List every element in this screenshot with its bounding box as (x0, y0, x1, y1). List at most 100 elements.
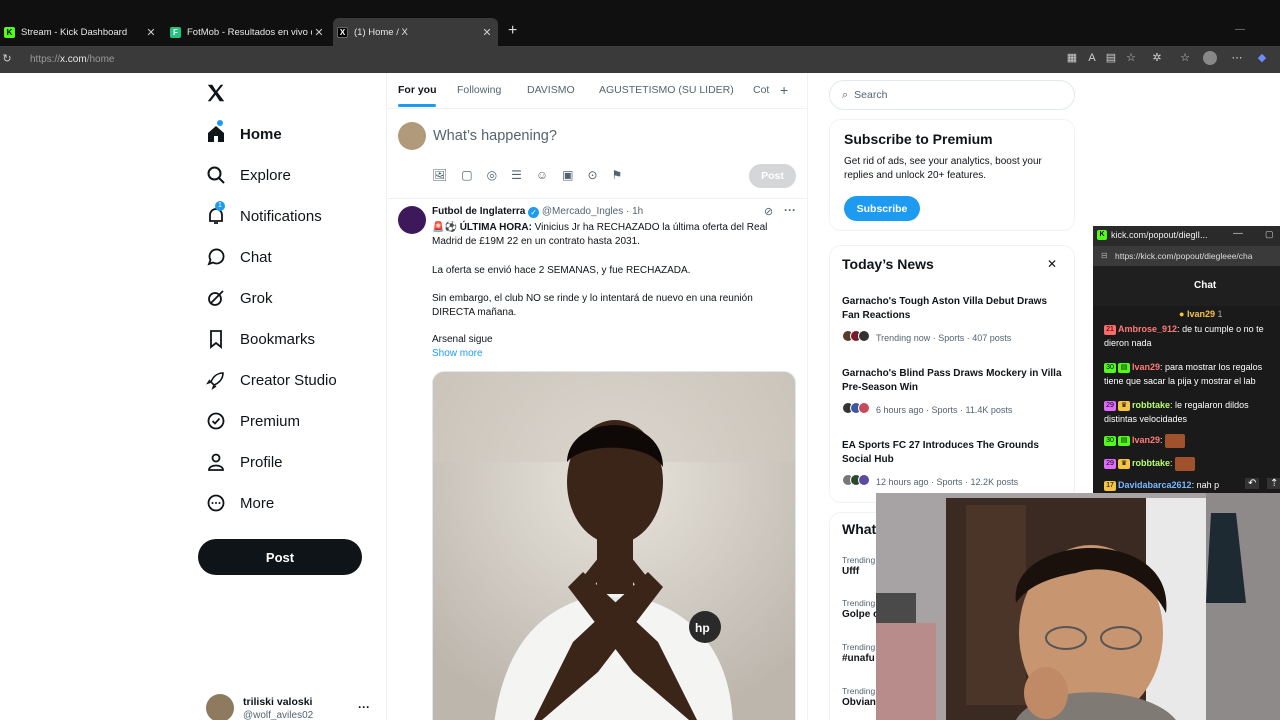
minimize-icon[interactable]: — (1233, 228, 1243, 239)
poll-icon[interactable]: ☰ (511, 168, 522, 182)
maximize-icon[interactable]: ▢ (1265, 229, 1274, 240)
emote-image (1175, 456, 1196, 471)
chat-message: 30 ▤ Ivan29: (1104, 433, 1280, 448)
tweet-text-line3: Sin embargo, el club NO se rinde y lo in… (432, 293, 753, 318)
search-input[interactable]: ⌕ Search (829, 80, 1075, 110)
more-circle-icon (206, 493, 226, 513)
pinned-gift-badge: ● Ivan29 1 (1179, 309, 1223, 319)
bell-icon: 1 (206, 201, 226, 226)
minimize-icon[interactable]: — (1235, 24, 1245, 35)
add-tab-icon[interactable]: + (780, 82, 788, 98)
chat-header (1093, 266, 1280, 306)
close-news-icon[interactable]: ✕ (1047, 257, 1057, 271)
sidebar-item-creator-studio[interactable]: Creator Studio (206, 365, 337, 395)
compose-toolbar: 🖼 ▢ ◎ ☰ ☺ ▣ ⊙ ⚑ (432, 168, 622, 182)
tweet-header: Futbol de Inglaterra ✓ @Mercado_Ingles ·… (432, 206, 643, 218)
kick-icon: K (4, 26, 15, 38)
close-tab-icon[interactable]: ✕ (144, 26, 158, 39)
account-more-icon[interactable]: ··· (358, 700, 370, 714)
trend-item[interactable]: Trending Ufff (842, 555, 875, 579)
trends-title: What (842, 521, 877, 537)
grok-explain-icon[interactable]: ⊘ (764, 205, 773, 218)
menu-icon[interactable]: ⋯ (1230, 51, 1244, 65)
popout-url[interactable]: https://kick.com/popout/diegleee/cha (1115, 251, 1253, 261)
flag-icon[interactable]: ⚑ (612, 168, 623, 182)
sidebar-item-notifications[interactable]: 1 Notifications (206, 201, 322, 231)
compose-post-button[interactable]: Post (749, 164, 796, 188)
profile-avatar-icon[interactable] (1203, 51, 1217, 65)
sidebar-item-profile[interactable]: Profile (206, 447, 283, 477)
tweet-text-line1: 🚨⚽ ÚLTIMA HORA: Vinicius Jr ha RECHAZADO… (432, 222, 768, 247)
tweet-more-icon[interactable]: ··· (784, 203, 796, 217)
tweet-author-handle[interactable]: @Mercado_Ingles (542, 206, 623, 217)
post-button[interactable]: Post (198, 539, 362, 575)
copilot-icon[interactable]: ◆ (1255, 51, 1269, 65)
sidebar-item-bookmarks[interactable]: Bookmarks (206, 324, 315, 354)
tweet-time[interactable]: · 1h (626, 206, 643, 217)
sidebar-item-more[interactable]: More (206, 488, 274, 518)
news-item[interactable]: EA Sports FC 27 Introduces The Grounds S… (842, 439, 1064, 491)
account-name[interactable]: triliski valoski (243, 696, 312, 708)
x-logo-icon[interactable] (205, 82, 227, 104)
close-tab-icon[interactable]: ✕ (312, 26, 326, 39)
news-item[interactable]: Garnacho's Tough Aston Villa Debut Draws… (842, 295, 1064, 347)
tweet-media-image[interactable]: hp (432, 371, 796, 720)
reload-icon[interactable]: ↻ (0, 52, 14, 66)
image-icon[interactable]: 🖼 (432, 168, 447, 182)
gif-icon[interactable]: ▢ (461, 168, 472, 182)
grok-compose-icon[interactable]: ◎ (487, 168, 497, 182)
tab-x-home[interactable]: X (1) Home / X ✕ (333, 18, 498, 46)
apps-icon[interactable]: ▦ (1065, 51, 1079, 65)
tab-fotmob[interactable]: F FotMob - Resultados en vivo de fú ✕ (166, 18, 330, 46)
search-icon: ⌕ (842, 88, 849, 101)
grok-icon (206, 288, 226, 308)
tab-for-you[interactable]: For you (398, 84, 437, 96)
divider (387, 198, 807, 199)
chat-message: 21 Ambrose_912: de tu cumple o no te dier… (1104, 324, 1264, 348)
bookmark-icon (206, 329, 226, 349)
tab-agustetismo[interactable]: AGUSTETISMO (SU LIDER) (599, 84, 734, 96)
translate-icon[interactable]: A (1085, 51, 1099, 65)
sidebar-item-explore[interactable]: Explore (206, 160, 291, 190)
tweet-author-avatar[interactable] (398, 206, 426, 234)
chat-message: 29 ♛ robbtake: le regalaron dildos distint… (1104, 400, 1249, 424)
sidebar-item-home[interactable]: Home (206, 119, 282, 149)
emote-image (1165, 433, 1186, 448)
trend-item[interactable]: Trending Golpe c (842, 598, 879, 622)
close-tab-icon[interactable]: ✕ (480, 26, 494, 39)
tab-kick-dashboard[interactable]: K Stream - Kick Dashboard ✕ (0, 18, 162, 46)
compose-input[interactable]: What’s happening? (433, 128, 557, 144)
account-avatar[interactable] (206, 694, 234, 720)
lock-icon: ⊟ (1101, 251, 1108, 260)
trend-item[interactable]: Trending Obvian (842, 686, 876, 710)
sidebar-item-premium[interactable]: Premium (206, 406, 300, 436)
compose-avatar (398, 122, 426, 150)
favorites-icon[interactable]: ☆ (1178, 51, 1192, 65)
subscribe-button[interactable]: Subscribe (844, 196, 920, 221)
premium-icon (206, 411, 226, 431)
chat-icon (206, 247, 226, 267)
undo-icon[interactable]: ↶ (1245, 478, 1260, 489)
location-icon[interactable]: ⊙ (587, 168, 597, 182)
sidebar-item-chat[interactable]: Chat (206, 242, 272, 272)
tweet-text-line4: Arsenal sigue (432, 334, 493, 345)
tweet-author-name[interactable]: Futbol de Inglaterra (432, 206, 525, 217)
extensions-icon[interactable]: ✲ (1150, 51, 1164, 65)
reader-icon[interactable]: ▤ (1104, 51, 1118, 65)
sidebar-item-grok[interactable]: Grok (206, 283, 273, 313)
pin-icon[interactable]: ⇡ (1267, 478, 1280, 489)
favorite-star-icon[interactable]: ☆ (1124, 51, 1138, 65)
trend-item[interactable]: Trending #unafu (842, 642, 875, 666)
home-icon (206, 120, 226, 144)
tab-following[interactable]: Following (457, 84, 501, 96)
kick-icon: K (1097, 230, 1107, 240)
show-more-link[interactable]: Show more (432, 348, 483, 359)
news-item[interactable]: Garnacho's Blind Pass Draws Mockery in V… (842, 367, 1064, 419)
emoji-icon[interactable]: ☺ (536, 168, 548, 182)
new-tab-icon[interactable]: + (508, 22, 517, 40)
url-text[interactable]: https://x.com/home (30, 54, 114, 65)
schedule-icon[interactable]: ▣ (562, 168, 573, 182)
tab-cot[interactable]: Cot (753, 84, 769, 96)
tab-davismo[interactable]: DAVISMO (527, 84, 575, 96)
tweet-text-line2: La oferta se envió hace 2 SEMANAS, y fue… (432, 265, 691, 276)
